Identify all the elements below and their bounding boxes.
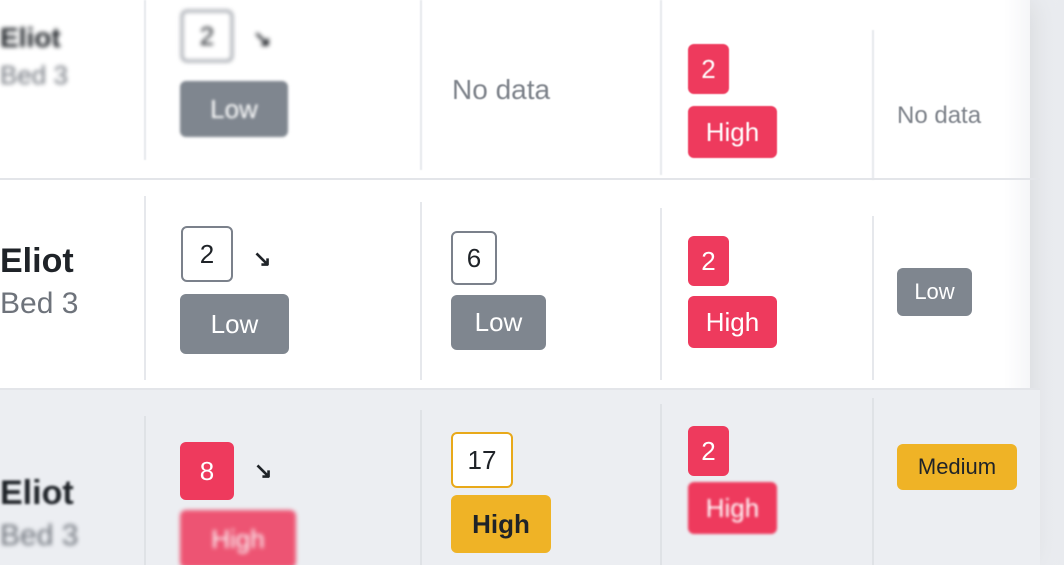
level-badge: High [688, 482, 777, 534]
column-divider [660, 208, 662, 380]
level-badge: High [688, 296, 777, 348]
column-divider [420, 410, 422, 565]
column-divider [420, 202, 422, 380]
level-badge: High [180, 510, 296, 565]
patient-name: Eliot [0, 22, 61, 53]
level-badge: High [451, 495, 551, 553]
table-row[interactable]: Eliot Bed 3 8 ↘ High 17 High 2 High Medi… [0, 390, 1040, 565]
column-divider [660, 0, 662, 175]
level-badge: Low [180, 294, 289, 354]
score-box: 2 [688, 426, 729, 476]
level-badge: Medium [897, 444, 1017, 490]
column-divider [872, 216, 874, 380]
no-data-text: No data [452, 74, 551, 105]
patient-bed: Bed 3 [0, 60, 68, 90]
level-badge: High [688, 106, 777, 158]
table-row[interactable]: Eliot Bed 3 2 ↘ Low 6 Low 2 High Low [0, 182, 1040, 388]
arrow-down-right-icon: ↘ [253, 26, 272, 51]
arrow-down-right-icon: ↘ [253, 246, 272, 271]
no-data-text: No data [897, 102, 982, 129]
column-divider [872, 30, 874, 180]
patient-score-table: Eliot Bed 3 2 ↘ Low No data 2 High No da… [0, 0, 1064, 565]
level-badge: Low [897, 268, 972, 316]
table-row[interactable]: Eliot Bed 3 2 ↘ Low No data 2 High No da… [0, 0, 1040, 180]
score-box: 2 [688, 236, 729, 286]
score-box: 17 [451, 432, 513, 488]
score-box: 6 [451, 231, 497, 285]
patient-cell: Eliot Bed 3 [0, 242, 78, 321]
column-divider [660, 404, 662, 565]
score-box: 2 [688, 44, 729, 94]
column-divider [872, 398, 874, 565]
column-divider [144, 196, 146, 380]
row-divider [0, 178, 1040, 180]
column-divider [420, 0, 422, 170]
patient-cell: Eliot Bed 3 [0, 22, 68, 91]
level-badge: Low [180, 81, 288, 137]
patient-bed: Bed 3 [0, 519, 79, 552]
level-badge: Low [451, 295, 546, 350]
column-divider [144, 416, 146, 565]
patient-cell: Eliot Bed 3 [0, 474, 78, 553]
score-box: 2 [181, 226, 233, 282]
patient-name: Eliot [0, 474, 74, 512]
patient-name: Eliot [0, 242, 74, 280]
arrow-down-right-icon: ↘ [254, 458, 273, 483]
column-divider [144, 0, 146, 160]
score-box: 8 [180, 442, 234, 500]
patient-bed: Bed 3 [0, 287, 79, 320]
score-box: 2 [181, 10, 233, 62]
